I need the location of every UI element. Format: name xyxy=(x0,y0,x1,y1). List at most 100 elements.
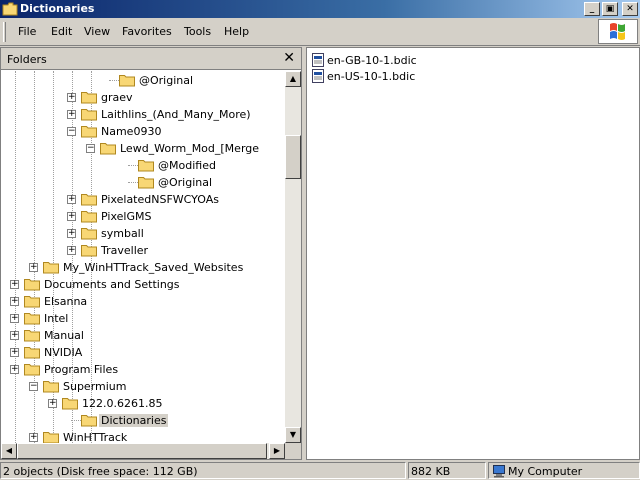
expand-icon[interactable]: + xyxy=(10,280,19,289)
file-name: en-GB-10-1.bdic xyxy=(327,54,417,67)
tree-item-label: Laithlins_(And_Many_More) xyxy=(101,108,251,121)
bdic-file-icon xyxy=(312,53,324,67)
folders-label: Folders xyxy=(7,53,47,66)
tree-item-label: 122.0.6261.85 xyxy=(82,397,163,410)
tree-item-label: Intel xyxy=(44,312,69,325)
tree-item-label: NVIDIA xyxy=(44,346,83,359)
folder-icon xyxy=(81,415,97,427)
menu-tools[interactable]: Tools xyxy=(184,25,211,38)
vertical-scroll-thumb[interactable] xyxy=(285,135,301,179)
tree-item-label: Name0930 xyxy=(101,125,162,138)
folder-icon xyxy=(24,347,40,359)
tree-guide-line xyxy=(15,71,16,443)
menu-file[interactable]: File xyxy=(18,25,36,38)
expand-icon[interactable]: + xyxy=(10,331,19,340)
expand-icon[interactable]: + xyxy=(10,365,19,374)
toolbar-grip[interactable] xyxy=(3,22,6,42)
folder-icon xyxy=(24,330,40,342)
expand-icon[interactable]: + xyxy=(67,212,76,221)
window-title: Dictionaries xyxy=(20,2,95,15)
tree-horizontal-scrollbar[interactable]: ◀ ▶ xyxy=(1,443,285,459)
tree-item-label: Supermium xyxy=(63,380,127,393)
title-bar[interactable]: Dictionaries _ ▣ ✕ xyxy=(0,0,640,18)
tree-item-label: graev xyxy=(101,91,133,104)
menu-favorites[interactable]: Favorites xyxy=(122,25,172,38)
restore-button[interactable]: ▣ xyxy=(602,2,618,16)
folder-icon xyxy=(24,313,40,325)
folder-icon xyxy=(138,160,154,172)
tree-item-label: Program Files xyxy=(44,363,119,376)
horizontal-scroll-thumb[interactable] xyxy=(17,443,267,459)
menu-view[interactable]: View xyxy=(84,25,110,38)
expand-icon[interactable]: + xyxy=(67,246,76,255)
folder-icon xyxy=(81,109,97,121)
scroll-right-button[interactable]: ▶ xyxy=(269,443,285,459)
tree-item-label: @Original xyxy=(158,176,213,189)
status-zone-panel: My Computer xyxy=(488,462,640,479)
file-list-pane[interactable]: en-GB-10-1.bdic en-US-10-1.bdic xyxy=(306,47,640,460)
expand-icon[interactable]: + xyxy=(67,110,76,119)
expand-icon[interactable]: + xyxy=(10,297,19,306)
tree-item-label: Traveller xyxy=(101,244,149,257)
collapse-icon[interactable]: − xyxy=(67,127,76,136)
folder-icon xyxy=(43,381,59,393)
scroll-left-button[interactable]: ◀ xyxy=(1,443,17,459)
folder-icon xyxy=(81,245,97,257)
folder-icon xyxy=(43,262,59,274)
status-zone: My Computer xyxy=(508,465,583,478)
menu-bar: File Edit View Favorites Tools Help xyxy=(0,18,640,46)
windows-flag-icon xyxy=(610,23,625,40)
tree-item-label: Manual xyxy=(44,329,84,342)
tree-item-label: Dictionaries xyxy=(99,414,169,427)
my-computer-icon xyxy=(493,465,505,478)
expand-icon[interactable]: + xyxy=(10,314,19,323)
collapse-icon[interactable]: − xyxy=(86,144,95,153)
close-button[interactable]: ✕ xyxy=(622,2,638,16)
status-size-panel: 882 KB xyxy=(408,462,486,479)
scroll-down-button[interactable]: ▼ xyxy=(285,427,301,443)
expand-icon[interactable]: + xyxy=(10,348,19,357)
folders-pane: Folders ✕ @Original + graev + Laithlins_(And… xyxy=(0,47,302,460)
collapse-icon[interactable]: − xyxy=(29,382,38,391)
tree-item-label: @Modified xyxy=(158,159,216,172)
folder-icon xyxy=(81,211,97,223)
scroll-up-button[interactable]: ▲ xyxy=(285,71,301,87)
status-objects: 2 objects (Disk free space: 112 GB) xyxy=(3,465,198,478)
tree-item-label: PixelGMS xyxy=(101,210,152,223)
folder-icon xyxy=(43,432,59,443)
scrollbar-corner xyxy=(285,443,301,459)
tree-item-label: PixelatedNSFWCYOAs xyxy=(101,193,219,206)
folder-icon xyxy=(100,143,116,155)
expand-icon[interactable]: + xyxy=(67,195,76,204)
folder-tree[interactable]: @Original + graev + Laithlins_(And_Many_More… xyxy=(1,71,285,443)
folders-header: Folders ✕ xyxy=(1,48,301,70)
menu-help[interactable]: Help xyxy=(224,25,249,38)
expand-icon[interactable]: + xyxy=(67,229,76,238)
folder-icon xyxy=(2,2,18,16)
expand-icon[interactable]: + xyxy=(67,93,76,102)
folder-icon xyxy=(24,296,40,308)
tree-item-label: Elsanna xyxy=(44,295,88,308)
menu-edit[interactable]: Edit xyxy=(51,25,72,38)
bdic-file-icon xyxy=(312,69,324,83)
expand-icon[interactable]: + xyxy=(29,263,38,272)
folder-icon xyxy=(62,398,78,410)
expand-icon[interactable]: + xyxy=(48,399,57,408)
folder-icon xyxy=(81,228,97,240)
status-objects-panel: 2 objects (Disk free space: 112 GB) xyxy=(0,462,406,479)
folder-icon xyxy=(81,92,97,104)
status-size: 882 KB xyxy=(411,465,451,478)
folder-icon xyxy=(81,194,97,206)
file-name: en-US-10-1.bdic xyxy=(327,70,416,83)
folder-icon xyxy=(81,126,97,138)
tree-vertical-scrollbar[interactable]: ▲ ▼ xyxy=(285,71,301,443)
folder-icon xyxy=(24,279,40,291)
folder-icon xyxy=(119,75,135,87)
status-bar: 2 objects (Disk free space: 112 GB) 882 … xyxy=(0,461,640,480)
minimize-button[interactable]: _ xyxy=(584,2,600,16)
folder-icon xyxy=(138,177,154,189)
expand-icon[interactable]: + xyxy=(29,433,38,442)
close-folders-icon[interactable]: ✕ xyxy=(283,50,295,66)
tree-item-label: @Original xyxy=(139,74,194,87)
windows-logo xyxy=(598,19,638,44)
